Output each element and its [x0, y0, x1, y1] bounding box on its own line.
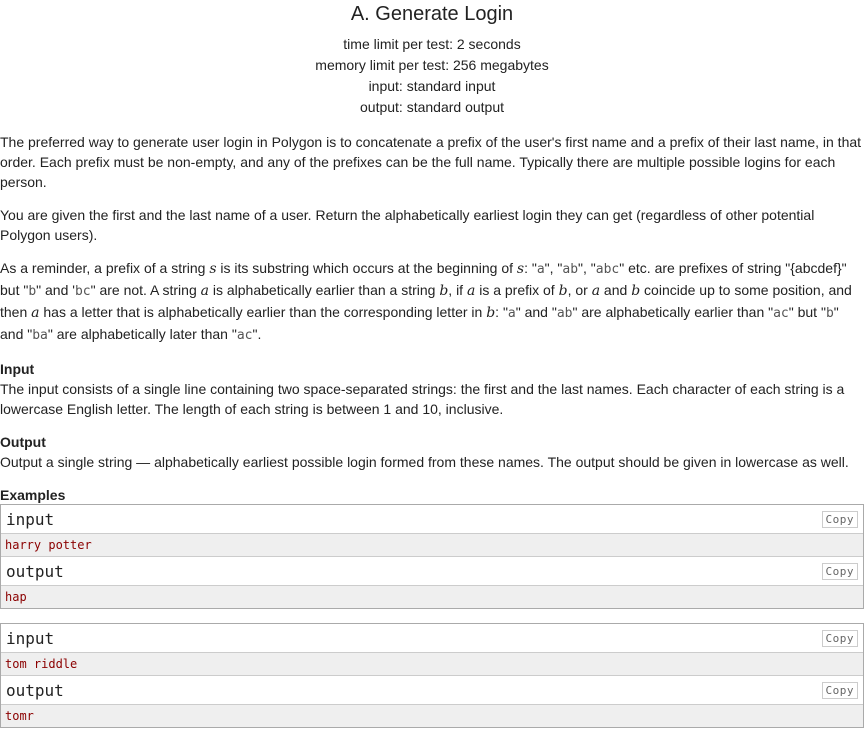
example-input-text: tom riddle: [1, 653, 863, 676]
input-section: Input The input consists of a single lin…: [0, 359, 864, 419]
example-output-label: output: [6, 561, 64, 581]
statement-paragraph-1: The preferred way to generate user login…: [0, 134, 862, 190]
statement-paragraph-2: You are given the first and the last nam…: [0, 207, 815, 243]
example-input-label: input: [6, 509, 55, 529]
problem-header: A. Generate Login time limit per test: 2…: [0, 2, 864, 118]
example-input-header: input Copy: [1, 505, 863, 534]
output-section-title: Output: [0, 434, 46, 450]
output-section: Output Output a single string — alphabet…: [0, 432, 864, 472]
example-2: input Copy tom riddle output Copy tomr: [0, 623, 864, 728]
input-section-text: The input consists of a single line cont…: [0, 381, 845, 417]
input-spec: input: standard input: [368, 78, 496, 94]
example-input-label: input: [6, 628, 55, 648]
time-limit: time limit per test: 2 seconds: [343, 36, 521, 52]
example-output-label: output: [6, 680, 64, 700]
copy-button[interactable]: Copy: [821, 681, 858, 699]
copy-button[interactable]: Copy: [821, 510, 858, 528]
output-section-text: Output a single string — alphabetically …: [0, 454, 849, 470]
example-output-text: tomr: [1, 705, 863, 727]
example-input-header: input Copy: [1, 624, 863, 653]
example-1: input Copy harry potter output Copy hap: [0, 504, 864, 609]
example-output-text: hap: [1, 586, 863, 608]
example-output-header: output Copy: [1, 557, 863, 586]
memory-limit: memory limit per test: 256 megabytes: [315, 57, 549, 73]
copy-button[interactable]: Copy: [821, 562, 858, 580]
example-output-header: output Copy: [1, 676, 863, 705]
copy-button[interactable]: Copy: [821, 629, 858, 647]
problem-statement: The preferred way to generate user login…: [0, 132, 864, 728]
examples-title: Examples: [0, 487, 66, 503]
example-input-text: harry potter: [1, 534, 863, 557]
problem-title: A. Generate Login: [350, 3, 514, 25]
output-spec: output: standard output: [360, 99, 504, 115]
statement-paragraph-3: As a reminder, a prefix of a string s is…: [0, 260, 852, 343]
input-section-title: Input: [0, 361, 35, 377]
